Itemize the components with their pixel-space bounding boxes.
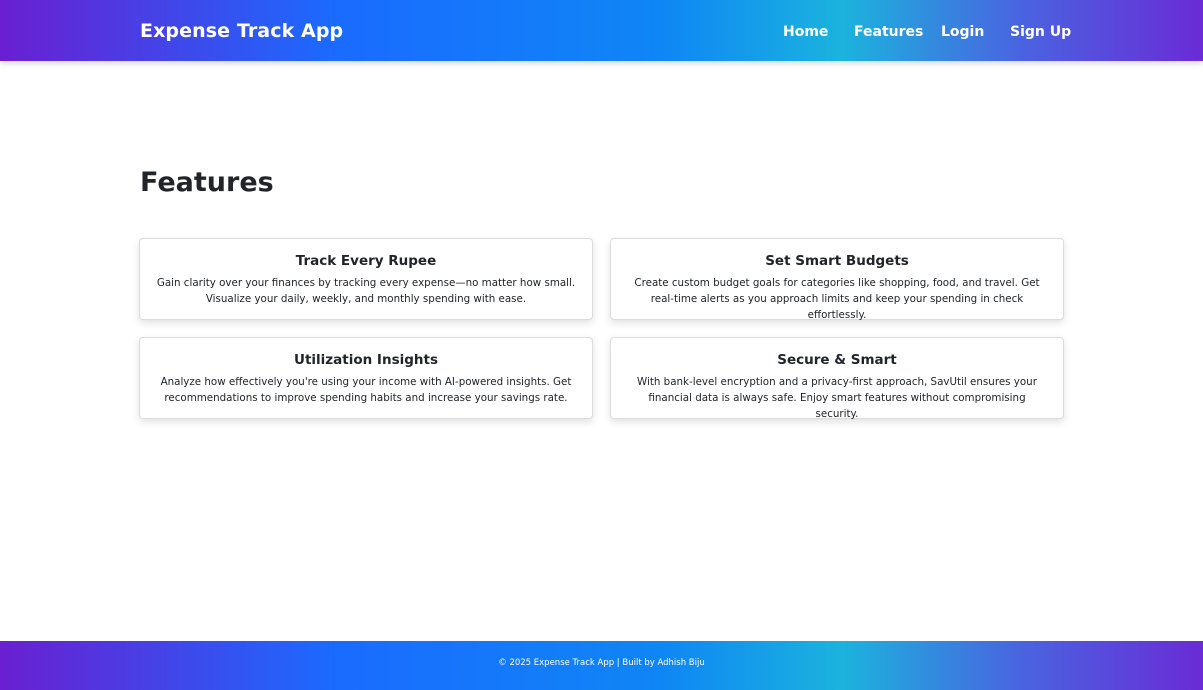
footer-copyright: © 2025 Expense Track App | Built by Adhi… [498,658,705,668]
nav-link-login[interactable]: Login [941,22,984,42]
feature-card-text: Create custom budget goals for categorie… [634,277,1040,321]
nav-link-sign-up[interactable]: Sign Up [1010,22,1071,42]
nav-link-home[interactable]: Home [783,22,828,42]
page: Expense Track App Home Features Login Si… [0,0,1203,690]
feature-card-secure: Secure & Smart With bank-level encryptio… [610,337,1064,420]
page-footer: © 2025 Expense Track App | Built by Adhi… [0,641,1203,690]
feature-card-title: Track Every Rupee [295,253,437,269]
feature-card-budgets: Set Smart Budgets Create custom budget g… [610,238,1064,321]
feature-card-title: Secure & Smart [777,352,897,368]
feature-card-track: Track Every Rupee Gain clarity over your… [139,238,593,320]
feature-card-text: Gain clarity over your finances by track… [156,277,576,305]
nav-link-features[interactable]: Features [854,22,923,42]
brand-logo-link[interactable]: Expense Track App [140,19,343,43]
feature-card-insights: Utilization Insights Analyze how effecti… [139,337,593,419]
page-title: Features [140,167,274,198]
feature-card-text: With bank-level encryption and a privacy… [637,376,1037,420]
top-navbar: Expense Track App Home Features Login Si… [0,0,1203,61]
feature-card-text: Analyze how effectively you're using you… [160,376,572,404]
feature-card-title: Set Smart Budgets [765,253,909,269]
feature-card-title: Utilization Insights [294,352,438,368]
